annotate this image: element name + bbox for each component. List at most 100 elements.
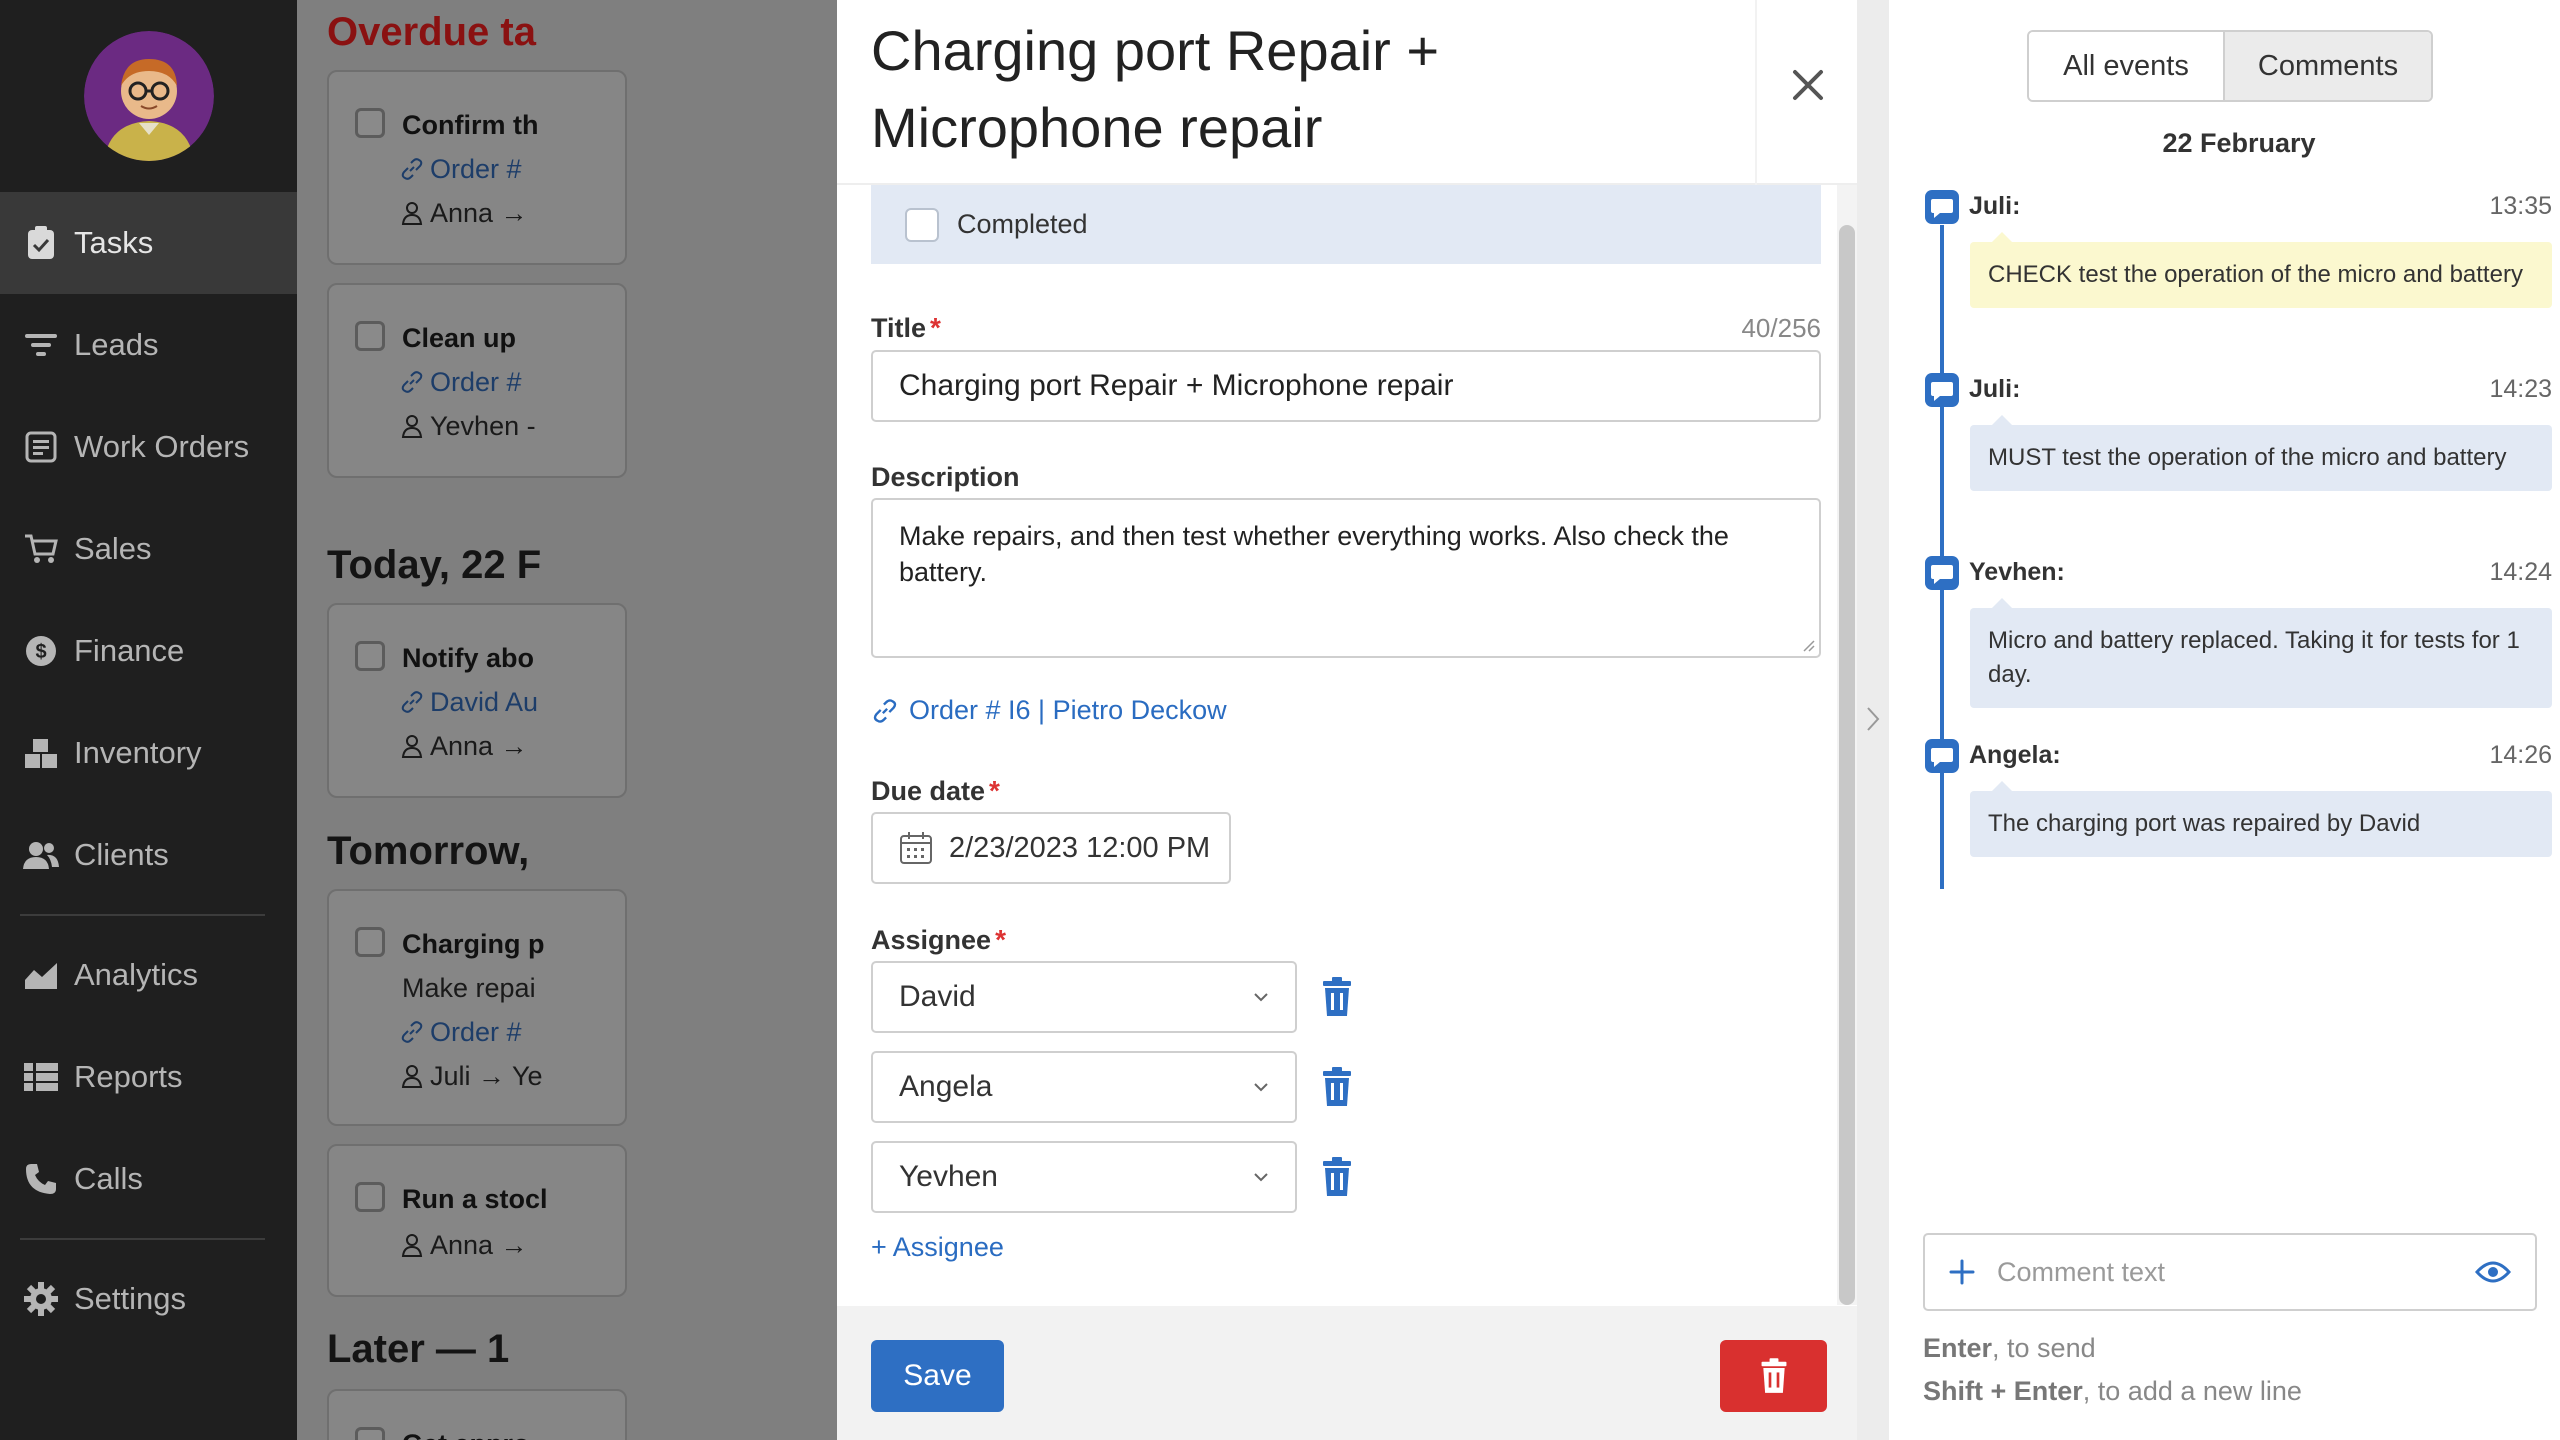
filter-icon <box>22 326 60 364</box>
sidebar-item-label: Inventory <box>74 735 202 770</box>
task-link[interactable]: Order # <box>430 1017 522 1048</box>
order-link[interactable]: Order # I6 | Pietro Deckow <box>871 695 1227 726</box>
sidebar-divider <box>20 914 265 916</box>
due-date-picker[interactable]: 2/23/2023 12:00 PM <box>871 812 1231 884</box>
comment-icon <box>1925 190 1959 224</box>
assignee-label-text: Assignee <box>871 925 992 955</box>
task-title: Notify abo <box>402 643 534 673</box>
task-link[interactable]: David Au <box>430 687 538 718</box>
task-checkbox[interactable] <box>355 1182 385 1212</box>
task-card[interactable]: Run a stocl Anna → <box>327 1144 627 1297</box>
sidebar-item-settings[interactable]: Settings <box>0 1248 297 1350</box>
trash-icon[interactable] <box>1319 1067 1355 1107</box>
title-label-text: Title <box>871 313 927 343</box>
task-title: Confirm th <box>402 110 539 140</box>
comment-time: 14:26 <box>2489 741 2552 769</box>
task-link[interactable]: Order # <box>430 367 522 398</box>
assignee-select[interactable]: Yevhen <box>871 1141 1297 1213</box>
task-card[interactable]: Notify abo David Au Anna → <box>327 603 627 798</box>
title-input[interactable]: Charging port Repair + Microphone repair <box>871 350 1821 422</box>
trash-icon[interactable] <box>1319 1157 1355 1197</box>
resize-grip-icon[interactable] <box>1801 638 1815 652</box>
hint-newline-text: , to add a new line <box>2082 1376 2302 1406</box>
sidebar-item-work-orders[interactable]: Work Orders <box>0 396 297 498</box>
sidebar-item-label: Calls <box>74 1161 143 1196</box>
sidebar: Tasks Leads Work Orders Sales $ Finance … <box>0 0 297 1440</box>
task-card[interactable]: Confirm th Order # Anna → <box>327 70 627 265</box>
due-date-value: 2/23/2023 12:00 PM <box>949 831 1211 864</box>
assignee-select[interactable]: David <box>871 961 1297 1033</box>
hint-send-key: Enter <box>1923 1333 1993 1363</box>
task-checkbox[interactable] <box>355 927 385 957</box>
gear-icon <box>22 1280 60 1318</box>
sidebar-item-inventory[interactable]: Inventory <box>0 702 297 804</box>
task-card[interactable]: Charging p Make repai Order # Juli → Ye <box>327 889 627 1126</box>
hint-send-text: , to send <box>1992 1333 2096 1363</box>
comment-bubble: The charging port was repaired by David <box>1970 781 2552 857</box>
title-label: Title * <box>871 312 941 344</box>
assignee-select[interactable]: Angela <box>871 1051 1297 1123</box>
task-checkbox[interactable] <box>355 321 385 351</box>
link-icon <box>873 698 897 723</box>
description-value: Make repairs, and then test whether ever… <box>899 521 1729 587</box>
hint-newline-key: Shift + Enter <box>1923 1376 2083 1406</box>
chevron-right-icon[interactable] <box>1865 705 1881 733</box>
task-card[interactable]: Clean up Order # Yevhen - <box>327 283 627 478</box>
add-assignee-link[interactable]: + Assignee <box>871 1232 1004 1263</box>
modal-footer: Save <box>837 1306 1857 1440</box>
sidebar-item-reports[interactable]: Reports <box>0 1026 297 1128</box>
work-order-icon <box>22 428 60 466</box>
task-checkbox[interactable] <box>355 641 385 671</box>
plus-icon[interactable] <box>1945 1255 1979 1289</box>
task-link[interactable]: Order # <box>430 154 522 185</box>
sidebar-item-analytics[interactable]: Analytics <box>0 924 297 1026</box>
order-link-text: Order # I6 | Pietro Deckow <box>909 695 1227 725</box>
required-mark: * <box>989 775 1000 806</box>
tab-all-events[interactable]: All events <box>2029 32 2225 100</box>
sidebar-item-sales[interactable]: Sales <box>0 498 297 600</box>
required-mark: * <box>995 924 1006 955</box>
sidebar-item-calls[interactable]: Calls <box>0 1128 297 1230</box>
modal-scrollbar-thumb[interactable] <box>1839 225 1855 1305</box>
title-input-value: Charging port Repair + Microphone repair <box>899 369 1454 402</box>
sidebar-item-tasks[interactable]: Tasks <box>0 192 297 294</box>
chart-icon <box>22 956 60 994</box>
section-title-today: Today, 22 F <box>327 543 542 587</box>
sidebar-item-leads[interactable]: Leads <box>0 294 297 396</box>
delete-button[interactable] <box>1720 1340 1827 1412</box>
header-divider <box>1755 0 1757 185</box>
hint-newline: Shift + Enter, to add a new line <box>1923 1376 2302 1407</box>
trash-icon[interactable] <box>1319 977 1355 1017</box>
sidebar-item-label: Finance <box>74 633 185 668</box>
completed-label: Completed <box>957 209 1088 239</box>
task-checkbox[interactable] <box>355 108 385 138</box>
completed-toggle[interactable]: Completed <box>871 185 1821 264</box>
comment-author: Angela: <box>1969 741 2061 769</box>
task-card[interactable]: Get appro <box>327 1389 627 1440</box>
sidebar-item-finance[interactable]: $ Finance <box>0 600 297 702</box>
task-title: Get appro <box>402 1429 530 1440</box>
title-char-count: 40/256 <box>1741 313 1821 343</box>
users-icon <box>22 836 60 874</box>
comment-placeholder: Comment text <box>1997 1256 2166 1287</box>
description-textarea[interactable]: Make repairs, and then test whether ever… <box>871 498 1821 658</box>
sidebar-item-clients[interactable]: Clients <box>0 804 297 906</box>
tab-comments[interactable]: Comments <box>2225 32 2431 100</box>
comment-author: Juli: <box>1969 375 2021 403</box>
link-icon <box>401 691 423 713</box>
close-button[interactable] <box>1783 60 1833 110</box>
sidebar-divider <box>20 1238 265 1240</box>
task-checkbox[interactable] <box>355 1427 385 1440</box>
eye-icon[interactable] <box>2475 1258 2511 1286</box>
avatar[interactable] <box>83 31 214 161</box>
task-person: Juli → Ye <box>430 1061 543 1091</box>
comment-time: 13:35 <box>2489 192 2552 220</box>
comment-bubble: MUST test the operation of the micro and… <box>1970 415 2552 491</box>
assignee-row: Yevhen <box>871 1141 1351 1213</box>
link-icon <box>401 371 423 393</box>
completed-checkbox[interactable] <box>905 207 939 242</box>
task-person: Anna → <box>430 198 528 228</box>
section-title-tomorrow: Tomorrow, <box>327 829 530 873</box>
comment-input[interactable]: Comment text <box>1923 1233 2537 1311</box>
save-button[interactable]: Save <box>871 1340 1004 1412</box>
